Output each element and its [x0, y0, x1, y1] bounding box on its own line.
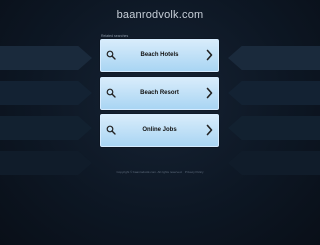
decorative-arrow-left — [0, 46, 92, 70]
decorative-arrow-right — [228, 46, 320, 70]
privacy-policy-link[interactable]: Privacy Policy — [185, 170, 204, 174]
decorative-arrow-right — [228, 116, 320, 140]
decorative-arrow-right — [228, 81, 320, 105]
link-beach-hotels[interactable]: Beach Hotels — [100, 39, 219, 72]
link-label: Beach Resort — [140, 90, 179, 96]
link-beach-resort[interactable]: Beach Resort — [100, 77, 219, 110]
link-label: Online Jobs — [142, 127, 177, 133]
link-label: Beach Hotels — [140, 52, 179, 58]
parked-domain-page: baanrodvolk.com Related searches Beach H… — [0, 0, 320, 245]
chevron-right-icon — [206, 124, 213, 136]
copyright-text: Copyright © baanrodvolk.com. All rights … — [116, 170, 183, 174]
domain-title: baanrodvolk.com — [116, 9, 204, 21]
decorative-arrow-left — [0, 116, 92, 140]
link-online-jobs[interactable]: Online Jobs — [100, 114, 219, 147]
decorative-arrow-left — [0, 81, 92, 105]
footer: Copyright © baanrodvolk.com. All rights … — [0, 170, 320, 174]
chevron-right-icon — [206, 49, 213, 61]
chevron-right-icon — [206, 87, 213, 99]
related-searches-label: Related searches — [101, 34, 129, 38]
